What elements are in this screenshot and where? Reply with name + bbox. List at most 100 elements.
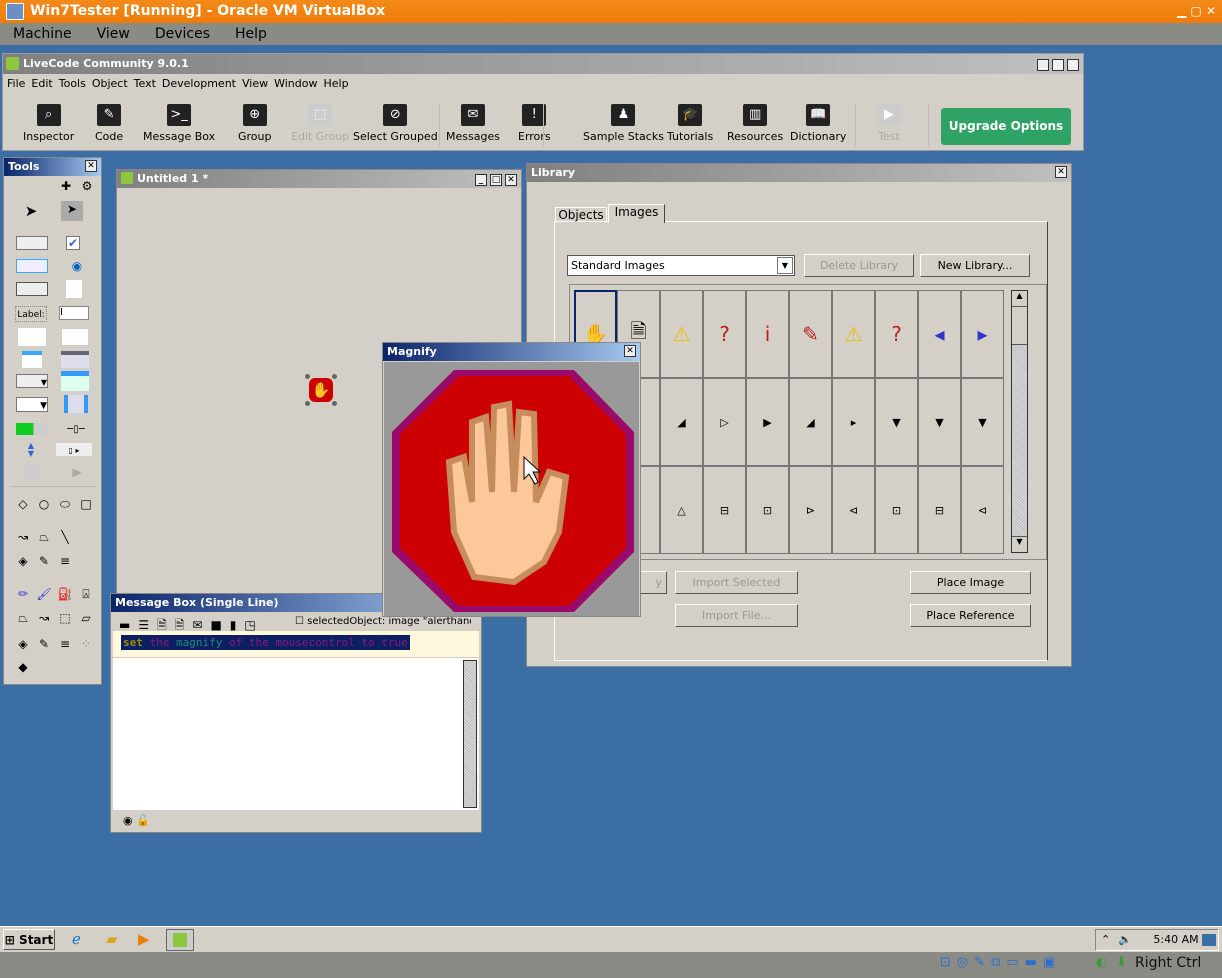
keyboard-capture-icon[interactable]: ⬇	[1116, 955, 1127, 970]
library-image-cell[interactable]: i	[746, 290, 789, 378]
library-select[interactable]: Standard Images ▼	[567, 255, 795, 276]
toolbar-group-button[interactable]: ⊕ Group	[238, 104, 272, 143]
brush-shape-icon[interactable]: ⁘	[75, 636, 97, 652]
eraser-tool[interactable]: ▱	[75, 610, 97, 626]
new-library-button[interactable]: New Library...	[920, 254, 1030, 277]
start-button[interactable]: ⊞ Start	[3, 929, 55, 950]
minimize-button[interactable]: _	[1037, 59, 1049, 71]
library-image-cell[interactable]: ⊡	[875, 466, 918, 554]
oval-tool[interactable]: ○	[33, 496, 55, 512]
alerthand-image-selected[interactable]: ✋	[305, 374, 337, 406]
field-tool[interactable]	[66, 280, 82, 298]
menu-view[interactable]: View	[242, 77, 268, 90]
browse-tool-arrow-icon[interactable]: ➤	[20, 203, 42, 219]
edit-tool-pointer-icon[interactable]: ➤	[61, 201, 83, 221]
rounded-rectangle-tool[interactable]: ⬭	[54, 496, 76, 512]
settings-icon[interactable]: ◉ 🔓	[123, 814, 150, 827]
close-button[interactable]: ✕	[505, 174, 517, 186]
library-image-cell[interactable]: ▶	[746, 378, 789, 466]
paint-polygon-tool[interactable]: ⏢	[12, 610, 34, 626]
label-tool[interactable]: Label:	[15, 306, 47, 322]
pen-color-icon[interactable]: ✎	[33, 553, 55, 569]
gear-icon[interactable]: ⚙	[76, 178, 98, 194]
menu-file[interactable]: File	[7, 77, 25, 90]
fill-color-icon[interactable]: ◈	[12, 553, 34, 569]
library-image-cell[interactable]: ?	[703, 290, 746, 378]
show-hidden-icons-chevron-icon[interactable]: ⌃	[1101, 933, 1110, 946]
library-image-cell[interactable]: ⊳	[789, 466, 832, 554]
library-image-cell[interactable]: ▸	[961, 290, 1004, 378]
upgrade-options-button[interactable]: Upgrade Options	[941, 108, 1071, 145]
polygon-tool[interactable]: ⏢	[33, 529, 55, 545]
library-image-cell[interactable]: ⚠	[660, 290, 703, 378]
minimize-button[interactable]: _	[475, 174, 487, 186]
internet-explorer-icon[interactable]: ℯ	[72, 930, 81, 948]
scrollbar-tool[interactable]: ▯ ▸	[56, 443, 92, 456]
default-button-tool[interactable]	[16, 259, 48, 273]
menu-machine[interactable]: Machine	[13, 26, 72, 42]
combo-box-tool[interactable]: ▼	[16, 397, 48, 412]
menu-edit[interactable]: Edit	[31, 77, 52, 90]
spray-can-tool[interactable]: ⍓	[75, 586, 97, 602]
close-button[interactable]: ✕	[85, 160, 97, 172]
library-image-cell[interactable]: ✎	[789, 290, 832, 378]
toolbar-test-button[interactable]: ▶ Test	[877, 104, 901, 143]
scrolling-field-tool[interactable]	[18, 328, 46, 346]
library-image-cell[interactable]: ⊟	[703, 466, 746, 554]
brush-tool[interactable]: 🖌	[33, 586, 55, 602]
menu-devices[interactable]: Devices	[155, 26, 210, 42]
maximize-button[interactable]: □	[490, 174, 502, 186]
pencil-tool[interactable]: ✏	[12, 586, 34, 602]
text-entry-field-tool[interactable]: I	[59, 306, 89, 320]
menu-window[interactable]: Window	[274, 77, 317, 90]
checkbox-tool[interactable]: ✔	[66, 236, 80, 250]
place-reference-button[interactable]: Place Reference	[910, 604, 1031, 627]
toolbar-resources-button[interactable]: ▥ Resources	[727, 104, 783, 143]
add-icon[interactable]: ✚	[55, 178, 77, 194]
list-field-tool[interactable]	[22, 351, 42, 368]
library-image-cell[interactable]: ▼	[961, 378, 1004, 466]
toolbar-tutorials-button[interactable]: 🎓 Tutorials	[667, 104, 713, 143]
menu-development[interactable]: Development	[162, 77, 236, 90]
media-player-icon[interactable]: ▶	[138, 930, 150, 948]
device-status-icons[interactable]: ⊡◎✎⧉▭▬▣	[940, 955, 1061, 970]
menu-help[interactable]: Help	[323, 77, 348, 90]
toolbar-select-grouped-button[interactable]: ⊘ Select Grouped	[353, 104, 438, 143]
menu-object[interactable]: Object	[92, 77, 128, 90]
pulldown-menu-tool[interactable]	[64, 395, 88, 413]
toolbar-messages-button[interactable]: ✉ Messages	[446, 104, 500, 143]
rectangle-button-tool[interactable]	[16, 282, 48, 296]
library-image-cell[interactable]: ⚠	[832, 290, 875, 378]
close-button[interactable]: ✕	[624, 345, 636, 357]
maximize-button[interactable]: □	[1052, 59, 1064, 71]
toolbar-edit-group-button[interactable]: ⬚ Edit Group	[291, 104, 349, 143]
menu-text[interactable]: Text	[134, 77, 156, 90]
menu-help[interactable]: Help	[235, 26, 267, 42]
tab-panel-tool[interactable]	[61, 371, 89, 391]
import-file-button[interactable]: Import File...	[675, 604, 798, 627]
data-grid-tool[interactable]	[61, 351, 89, 368]
player-tool[interactable]: ▶	[66, 464, 88, 480]
option-menu-tool[interactable]: ▼	[16, 374, 48, 388]
mouse-integration-icon[interactable]: ◐	[1096, 955, 1107, 970]
show-desktop-icon[interactable]	[1202, 934, 1216, 946]
library-image-cell[interactable]: ▼	[918, 378, 961, 466]
scroll-thumb[interactable]	[1012, 307, 1027, 345]
paint-pattern-icon[interactable]: ◆	[12, 659, 34, 675]
library-image-cell[interactable]: △	[660, 466, 703, 554]
select-tool[interactable]: ⬚	[54, 610, 76, 626]
tab-images[interactable]: Images	[608, 204, 665, 223]
library-image-cell[interactable]: ⊲	[832, 466, 875, 554]
toolbar-inspector-button[interactable]: ⌕ Inspector	[23, 104, 74, 143]
scrollbar[interactable]: ▲ ▼	[1011, 290, 1028, 553]
command-input[interactable]: set the magnify of the mousecontrol to t…	[113, 631, 479, 657]
place-image-button[interactable]: Place Image	[910, 571, 1031, 594]
library-image-cell[interactable]: ?	[875, 290, 918, 378]
scroll-down-button[interactable]: ▼	[1012, 536, 1027, 552]
close-button[interactable]: ✕	[1055, 166, 1067, 178]
paint-pen-color-icon[interactable]: ✎	[33, 636, 55, 652]
toolbar-sample-stacks-button[interactable]: ♟ Sample Stacks	[583, 104, 664, 143]
library-image-cell[interactable]: ◢	[660, 378, 703, 466]
livecode-taskbar-button[interactable]	[166, 929, 194, 951]
library-image-cell[interactable]: ◂	[918, 290, 961, 378]
